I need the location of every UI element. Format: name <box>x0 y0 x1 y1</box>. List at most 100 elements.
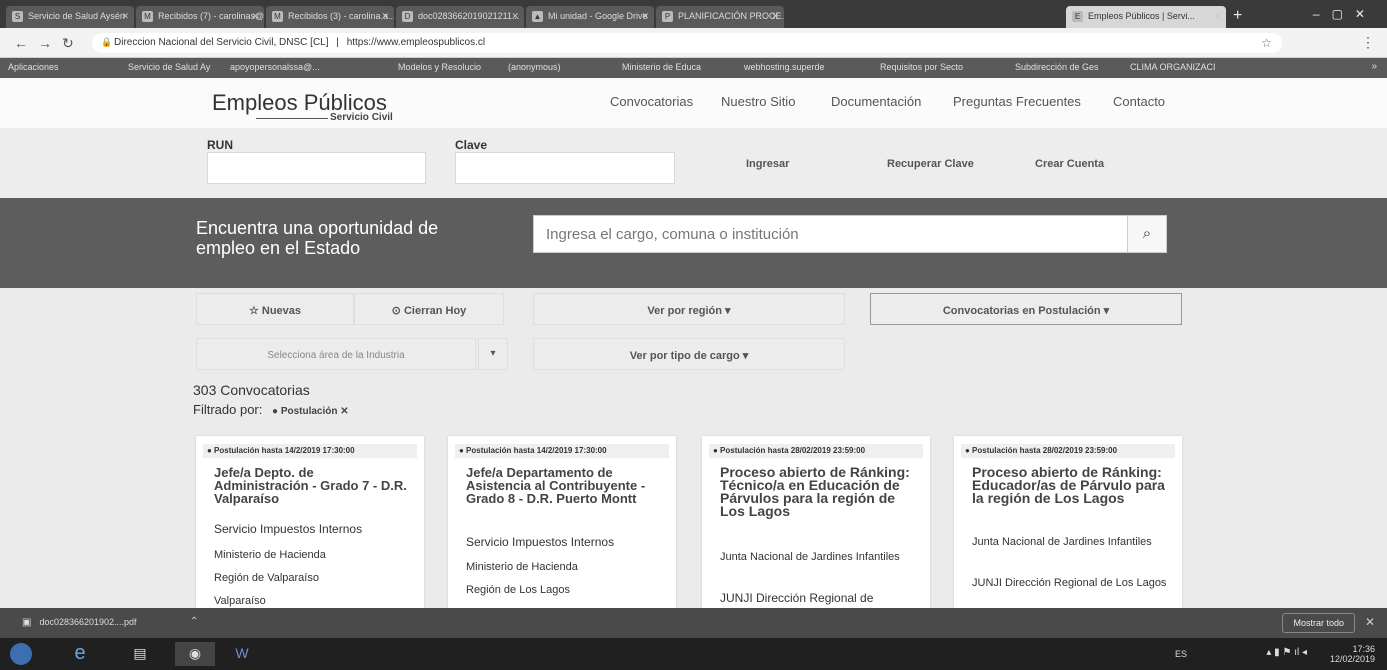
close-icon[interactable]: ✕ <box>511 11 519 22</box>
job-title[interactable]: Proceso abierto de Ránking: Técnico/a en… <box>720 465 916 518</box>
close-icon[interactable]: ✕ <box>641 11 649 22</box>
ingresar-button[interactable]: Ingresar <box>746 158 789 170</box>
job-card[interactable]: ● Postulación hasta 28/02/2019 23:59:00 … <box>702 436 930 608</box>
more-bookmarks-icon[interactable]: » <box>1371 61 1377 72</box>
ie-icon[interactable]: e <box>60 642 100 666</box>
tab-empleos-publicos[interactable]: E Empleos Públicos | Servi... ✕ <box>1066 6 1226 28</box>
tab-label: Recibidos (7) - carolinas@... <box>158 11 264 21</box>
search-button[interactable]: ⌕ <box>1127 215 1167 253</box>
system-tray-icons[interactable]: ▴ ▮ ⚑ ıl ◂ <box>1266 647 1307 658</box>
bookmark-requisitos[interactable]: Requisitos por Secto <box>880 62 963 72</box>
job-card[interactable]: ● Postulación hasta 14/2/2019 17:30:00 J… <box>196 436 424 608</box>
bookmark-clima[interactable]: CLIMA ORGANIZACI <box>1130 62 1216 72</box>
job-card[interactable]: ● Postulación hasta 28/02/2019 23:59:00 … <box>954 436 1182 608</box>
close-icon[interactable]: ✕ <box>381 11 389 22</box>
close-icon[interactable]: ✕ <box>251 11 259 22</box>
active-filters: Filtrado por: ● Postulación ✕ <box>193 402 349 417</box>
region-dropdown[interactable]: Ver por región ▾ <box>533 293 845 325</box>
run-input[interactable] <box>207 152 426 184</box>
language-indicator[interactable]: ES <box>1175 649 1187 659</box>
nav-convocatorias[interactable]: Convocatorias <box>610 94 693 109</box>
browser-tab-bar: S Servicio de Salud Aysén ✕ M Recibidos (7)… <box>0 0 1387 28</box>
close-icon[interactable]: ✕ <box>1213 11 1221 22</box>
reload-icon[interactable]: ↻ <box>62 35 74 52</box>
job-institution: Junta Nacional de Jardines Infantiles <box>972 536 1152 548</box>
chevron-up-icon[interactable]: ⌃ <box>190 616 198 627</box>
crear-cuenta-link[interactable]: Crear Cuenta <box>1035 158 1104 170</box>
filter-cierran-hoy-button[interactable]: ⊙ Cierran Hoy <box>354 293 504 325</box>
clock[interactable]: 17:36 12/02/2019 <box>1330 644 1375 664</box>
recuperar-clave-link[interactable]: Recuperar Clave <box>887 158 974 170</box>
chrome-icon[interactable]: ◉ <box>175 642 215 666</box>
filter-nuevas-button[interactable]: ☆ Nuevas <box>196 293 354 325</box>
deadline-badge: ● Postulación hasta 14/2/2019 17:30:00 <box>455 444 669 458</box>
industry-select[interactable]: Selecciona área de la Industria <box>196 338 476 370</box>
tab-google-drive[interactable]: ▲ Mi unidad - Google Drive ✕ <box>526 6 654 28</box>
hero-banner: Encuentra una oportunidad de empleo en e… <box>0 198 1387 288</box>
download-item[interactable]: ▣ doc028366201902....pdf <box>22 617 137 628</box>
new-tab-button[interactable]: + <box>1233 7 1242 25</box>
windows-taskbar: e ▤ ◉ W ES ▴ ▮ ⚑ ıl ◂ 17:36 12/02/2019 <box>0 638 1387 670</box>
job-ministry: JUNJI Dirección Regional de <box>720 591 874 605</box>
convocatorias-dropdown[interactable]: Convocatorias en Postulación ▾ <box>870 293 1182 325</box>
clave-input[interactable] <box>455 152 675 184</box>
lock-icon: 🔒 <box>101 37 113 47</box>
bookmark-apoyopersonal[interactable]: apoyopersonalssa@... <box>230 62 320 72</box>
site-header: Empleos Públicos Servicio Civil Convocat… <box>0 78 1387 128</box>
nav-contacto[interactable]: Contacto <box>1113 94 1165 109</box>
back-arrow-icon[interactable]: ← <box>14 35 28 51</box>
bookmark-star-icon[interactable]: ☆ <box>1261 36 1272 50</box>
run-label: RUN <box>207 138 233 152</box>
web-page: Empleos Públicos Servicio Civil Convocat… <box>0 78 1387 608</box>
job-title[interactable]: Proceso abierto de Ránking: Educador/as … <box>972 465 1168 505</box>
show-all-button[interactable]: Mostrar todo <box>1282 613 1355 633</box>
bookmark-aplicaciones[interactable]: Aplicaciones <box>8 62 59 72</box>
job-city: Valparaíso <box>214 595 266 607</box>
close-icon[interactable]: ✕ <box>121 11 129 22</box>
chevron-down-icon[interactable]: ▾ <box>478 338 508 370</box>
job-institution: Servicio Impuestos Internos <box>214 522 363 536</box>
bookmark-modelos[interactable]: Modelos y Resolucio <box>398 62 481 72</box>
tab-planificacion[interactable]: P PLANIFICACIÓN PROCE... ✕ <box>656 6 784 28</box>
forward-arrow-icon[interactable]: → <box>38 35 52 51</box>
bookmark-ministerio-educa[interactable]: Ministerio de Educa <box>622 62 701 72</box>
start-button[interactable] <box>10 643 32 665</box>
job-title[interactable]: Jefe/a Departamento de Asistencia al Con… <box>466 466 662 505</box>
close-icon[interactable]: ✕ <box>771 11 779 22</box>
tab-recibidos-7[interactable]: M Recibidos (7) - carolinas@... ✕ <box>136 6 264 28</box>
document-icon: D <box>402 11 413 22</box>
clock-time: 17:36 <box>1352 644 1375 654</box>
bookmark-webhosting[interactable]: webhosting.superde <box>744 62 825 72</box>
browser-menu-icon[interactable]: ⋮ <box>1361 34 1375 51</box>
bookmark-subdireccion[interactable]: Subdirección de Ges <box>1015 62 1099 72</box>
bookmarks-bar: Aplicaciones Servicio de Salud Ay apoyop… <box>0 58 1387 78</box>
favicon-icon: P <box>662 11 673 22</box>
tab-doc[interactable]: Ddoc0283662019021211... ✕ <box>396 6 524 28</box>
nav-documentacion[interactable]: Documentación <box>831 94 921 109</box>
bookmark-servicio-salud[interactable]: Servicio de Salud Ay <box>128 62 210 72</box>
job-region: Región de Valparaíso <box>214 572 319 584</box>
nav-nuestro-sitio[interactable]: Nuestro Sitio <box>721 94 795 109</box>
gmail-icon: M <box>142 11 153 22</box>
filter-tag-postulacion[interactable]: ● Postulación ✕ <box>272 406 349 417</box>
file-explorer-icon[interactable]: ▤ <box>120 642 160 666</box>
close-icon[interactable]: ✕ <box>1365 615 1375 629</box>
pdf-file-icon: ▣ <box>22 617 32 628</box>
address-bar[interactable]: 🔒 Direccion Nacional del Servicio Civil,… <box>92 33 1282 53</box>
tab-servicio-salud[interactable]: S Servicio de Salud Aysén ✕ <box>6 6 134 28</box>
tipo-cargo-dropdown[interactable]: Ver por tipo de cargo ▾ <box>533 338 845 370</box>
download-filename: doc028366201902....pdf <box>39 617 137 627</box>
bookmark-anonymous[interactable]: (anonymous) <box>508 62 561 72</box>
site-identity: Direccion Nacional del Servicio Civil, D… <box>114 37 329 48</box>
browser-toolbar: ← → ↻ 🔒 Direccion Nacional del Servicio … <box>0 28 1387 58</box>
tab-label: Empleos Públicos | Servi... <box>1088 11 1195 21</box>
nav-preguntas-frecuentes[interactable]: Preguntas Frecuentes <box>953 94 1081 109</box>
window-controls[interactable]: –▢✕ <box>1313 7 1377 21</box>
job-search-input[interactable]: Ingresa el cargo, comuna o institución <box>533 215 1128 253</box>
gmail-icon: M <box>272 11 283 22</box>
tab-recibidos-3[interactable]: M Recibidos (3) - carolina.a... ✕ <box>266 6 394 28</box>
job-card[interactable]: ● Postulación hasta 14/2/2019 17:30:00 J… <box>448 436 676 608</box>
job-title[interactable]: Jefe/a Depto. de Administración - Grado … <box>214 466 410 505</box>
favicon-icon: S <box>12 11 23 22</box>
word-icon[interactable]: W <box>222 642 262 666</box>
